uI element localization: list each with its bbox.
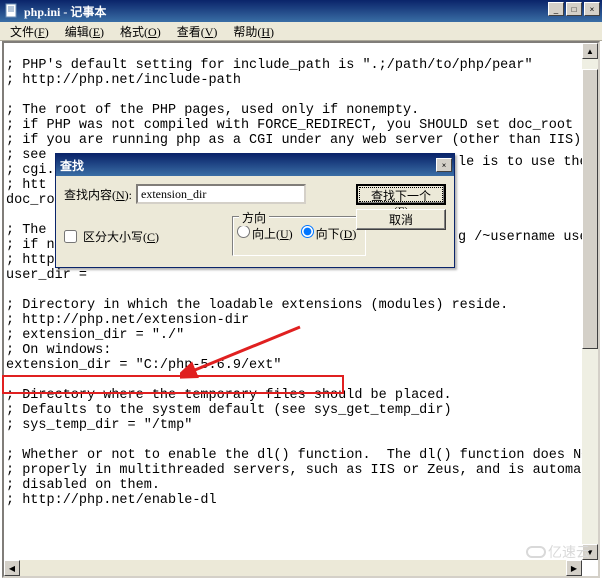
window-titlebar: php.ini - 记事本 _ □ × (0, 0, 602, 22)
match-case-box[interactable] (64, 230, 77, 243)
menu-help[interactable]: 帮助(H) (225, 22, 282, 41)
find-dialog: 查找 × 查找内容(N): 区分大小写(C) 方向 向上(U) 向下(D) 查找… (55, 153, 455, 268)
direction-up-radio[interactable]: 向上(U) (237, 225, 293, 242)
editor-fragment-1: le is to use the (458, 155, 588, 170)
scroll-down-icon[interactable]: ▼ (582, 544, 598, 560)
scroll-left-icon[interactable]: ◀ (4, 560, 20, 576)
window-title: php.ini - 记事本 (24, 3, 106, 20)
editor-textarea[interactable]: ; PHP's default setting for include_path… (4, 43, 598, 576)
find-dialog-titlebar[interactable]: 查找 × (56, 154, 454, 176)
scroll-thumb-v[interactable] (582, 69, 598, 349)
menubar: 文件(F) 编辑(E) 格式(O) 查看(V) 帮助(H) (0, 22, 602, 41)
find-next-button[interactable]: 查找下一个(F) (356, 184, 446, 205)
menu-edit[interactable]: 编辑(E) (57, 22, 112, 41)
horizontal-scrollbar[interactable]: ◀ ▶ (4, 560, 582, 576)
editor-frame: ; PHP's default setting for include_path… (2, 41, 600, 578)
find-input[interactable] (136, 184, 306, 204)
scroll-right-icon[interactable]: ▶ (566, 560, 582, 576)
find-content-label: 查找内容(N): (64, 186, 132, 203)
menu-view[interactable]: 查看(V) (169, 22, 226, 41)
editor-fragment-2: g /~username used o (458, 230, 602, 245)
maximize-button[interactable]: □ (566, 2, 582, 16)
close-button[interactable]: × (584, 2, 600, 16)
match-case-label: 区分大小写(C) (83, 228, 159, 245)
direction-legend: 方向 (239, 209, 269, 226)
cancel-button[interactable]: 取消 (356, 209, 446, 230)
scroll-up-icon[interactable]: ▲ (582, 43, 598, 59)
minimize-button[interactable]: _ (548, 2, 564, 16)
match-case-checkbox[interactable]: 区分大小写(C) (64, 228, 159, 245)
find-dialog-close-button[interactable]: × (436, 158, 452, 172)
find-dialog-title: 查找 (60, 157, 84, 174)
direction-group: 方向 向上(U) 向下(D) (232, 216, 366, 256)
vertical-scrollbar[interactable]: ▲ ▼ (582, 43, 598, 560)
direction-down-radio[interactable]: 向下(D) (301, 225, 357, 242)
menu-format[interactable]: 格式(O) (112, 22, 169, 41)
notepad-icon (4, 3, 20, 19)
menu-file[interactable]: 文件(F) (2, 22, 57, 41)
